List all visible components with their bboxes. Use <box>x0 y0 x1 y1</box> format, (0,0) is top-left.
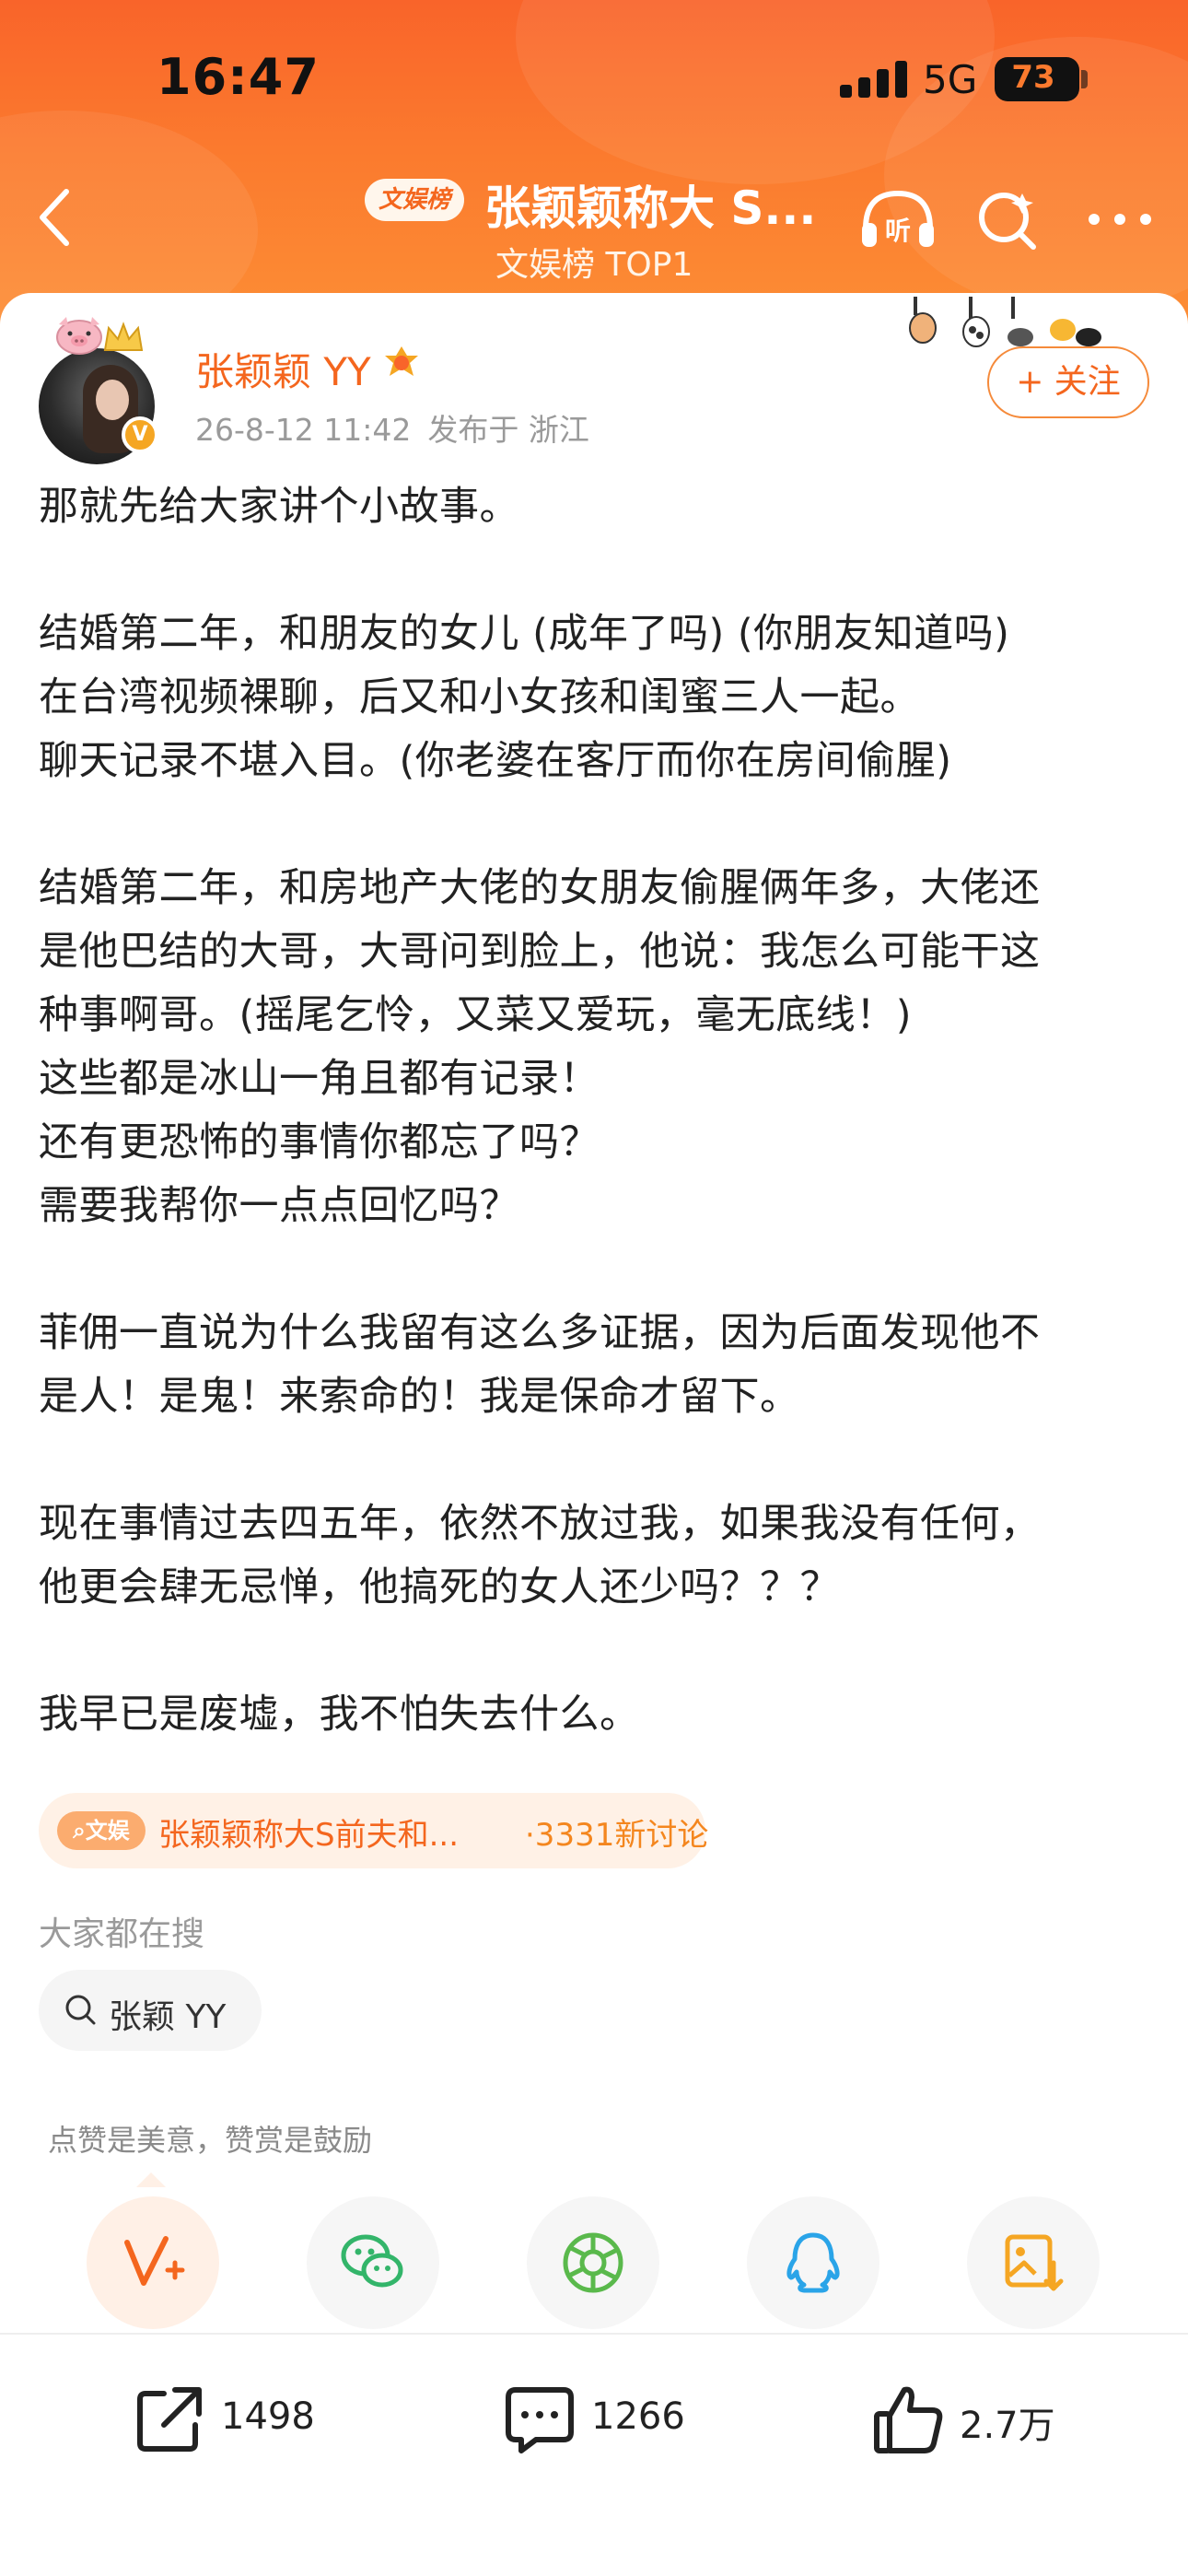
post-line: 是人！是鬼！来索命的！我是保命才留下。 <box>39 1374 800 1420</box>
post-line: 他更会肆无忌惮，他搞死的女人还少吗？？？ <box>39 1564 840 1610</box>
post-line: 聊天记录不堪入目。(你老婆在客厅而你在房间偷腥) <box>39 738 952 784</box>
share-arrow-icon <box>137 2387 202 2452</box>
post-line: 那就先给大家讲个小故事。 <box>39 484 519 530</box>
topic-link[interactable]: ⌕文娱 张颖颖称大S前夫和... ·3331新讨论 <box>39 1793 709 1868</box>
search-suggestion-text: 张颖 YY <box>109 1998 227 2036</box>
topic-tag-label: 文娱 <box>85 1818 130 1844</box>
medal-icon <box>385 346 418 376</box>
battery-cap <box>1081 70 1088 88</box>
repost-count: 1498 <box>221 2395 315 2438</box>
share-moments-button[interactable] <box>527 2196 659 2329</box>
topic-rank: 文娱榜 TOP1 <box>495 246 693 284</box>
more-button[interactable] <box>1083 181 1157 258</box>
post-line: 种事啊哥。(摇尾乞怜，又菜又爱玩，毫无底线！) <box>39 992 913 1038</box>
comment-button[interactable]: 1266 <box>503 2383 742 2456</box>
qq-icon <box>786 2232 840 2293</box>
post-date: 26-8-12 11:42 <box>195 412 412 448</box>
topic-search-icon: ⌕ <box>73 1818 86 1844</box>
pig-ornament-icon <box>56 317 102 355</box>
search-button[interactable] <box>973 181 1042 258</box>
post-line: 结婚第二年，和朋友的女儿 (成年了吗) (你朋友知道吗) <box>39 611 1010 657</box>
verified-badge: V <box>122 416 158 453</box>
author-name[interactable]: 张颖颖 YY <box>195 341 371 397</box>
post-line: 结婚第二年，和房地产大佬的女朋友偷腥俩年多，大佬还 <box>39 865 1041 911</box>
comment-count: 1266 <box>591 2395 685 2438</box>
topic-title-block[interactable]: 文娱榜 张颖颖称大 S... 文娱榜 TOP1 <box>359 171 838 284</box>
post-line: 需要我帮你一点点回忆吗？ <box>39 1183 519 1229</box>
follow-button[interactable]: + 关注 <box>987 346 1149 418</box>
crown-ornament-icon <box>103 322 144 351</box>
post-meta: 26-8-12 11:42 发布于 浙江 <box>195 405 589 450</box>
svg-text:听: 听 <box>885 216 911 246</box>
save-image-icon <box>1005 2234 1064 2291</box>
post-line: 还有更恐怖的事情你都忘了吗？ <box>39 1119 600 1165</box>
topic-discussion-count: ·3331新讨论 <box>525 1817 709 1854</box>
comment-icon <box>506 2387 574 2453</box>
save-image-button[interactable] <box>967 2196 1100 2329</box>
topic-title: 张颖颖称大S前夫和... <box>158 1817 460 1854</box>
trending-search-heading: 大家都在搜 <box>39 1915 205 1953</box>
topic-header: 16:47 5G 73 文娱榜 张颖颖称大 S... 文娱榜 TOP1 听 <box>0 0 1188 332</box>
post-card: V 张颖颖 YY 26-8-12 11:42 发布于 浙江 + 关注 那就先给大家… <box>0 293 1188 2576</box>
post-body: 那就先给大家讲个小故事。结婚第二年，和朋友的女儿 (成年了吗) (你朋友知道吗)… <box>39 475 1153 1747</box>
like-count: 2.7万 <box>960 2405 1055 2447</box>
action-bar: 1498 1266 2.7万 <box>0 2335 1188 2491</box>
post-line: 在台湾视频裸聊，后又和小女孩和闺蜜三人一起。 <box>39 674 920 720</box>
search-icon <box>65 1995 96 2025</box>
share-qq-button[interactable] <box>747 2196 879 2329</box>
like-button[interactable]: 2.7万 <box>871 2383 1111 2456</box>
listen-button[interactable]: 听 <box>856 181 939 258</box>
share-row <box>0 2196 1188 2335</box>
search-icon <box>979 193 1036 250</box>
status-time: 16:47 <box>157 48 320 106</box>
hint-pointer <box>136 2172 166 2187</box>
post-location: 发布于 浙江 <box>427 412 589 448</box>
battery-level: 73 <box>1011 59 1055 96</box>
chevron-left-icon <box>40 189 69 246</box>
post-line: 现在事情过去四五年，依然不放过我，如果我没有任何， <box>39 1501 1041 1547</box>
repost-button[interactable]: 1498 <box>133 2383 372 2456</box>
share-wechat-button[interactable] <box>307 2196 439 2329</box>
weibo-tip-icon <box>124 2236 185 2286</box>
wechat-icon <box>341 2234 403 2288</box>
network-type: 5G <box>923 57 978 102</box>
battery-icon: 73 <box>995 57 1079 101</box>
avatar-face <box>96 380 129 420</box>
post-line: 这些都是冰山一角且都有记录！ <box>39 1056 600 1102</box>
more-dots-icon <box>1089 214 1151 225</box>
status-bar: 16:47 5G 73 <box>0 0 1188 157</box>
topic-tag: ⌕文娱 <box>57 1811 146 1850</box>
signal-icon <box>840 61 908 98</box>
thumbs-up-icon <box>874 2386 943 2453</box>
post-line: 是他巴结的大哥，大哥问到脸上，他说：我怎么可能干这 <box>39 929 1041 975</box>
category-badge: 文娱榜 <box>365 179 464 221</box>
page-title: 张颖颖称大 S... <box>484 181 817 235</box>
moments-icon <box>563 2232 623 2293</box>
post-line: 我早已是废墟，我不怕失去什么。 <box>39 1692 640 1738</box>
search-suggestion-chip[interactable]: 张颖 YY <box>39 1970 262 2051</box>
back-button[interactable] <box>26 181 90 254</box>
post-line: 菲佣一直说为什么我留有这么多证据，因为后面发现他不 <box>39 1310 1041 1356</box>
reward-hint: 点赞是美意，赞赏是鼓励 <box>48 2123 373 2158</box>
reward-button[interactable] <box>87 2196 219 2329</box>
headphones-icon: 听 <box>862 190 934 247</box>
